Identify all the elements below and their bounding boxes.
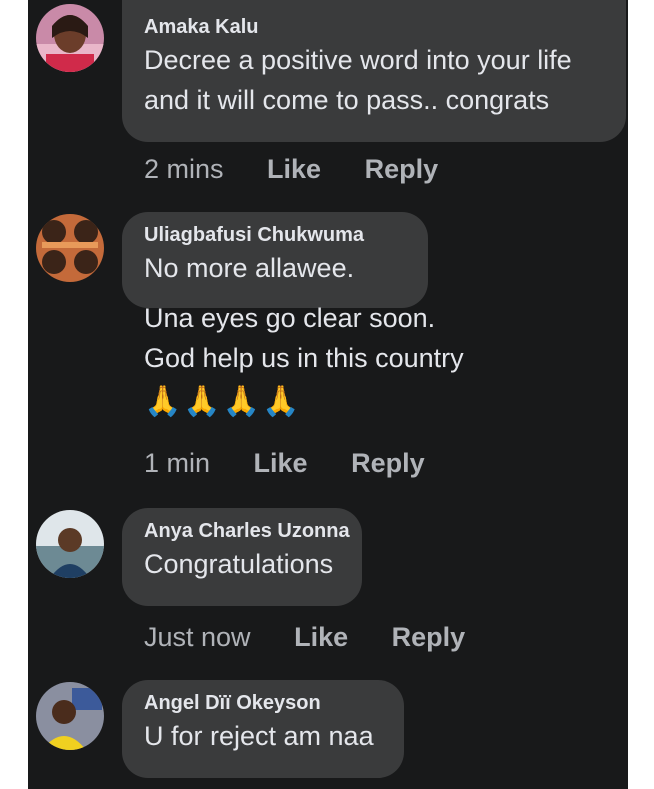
comments-panel: Amaka Kalu Decree a positive word into y…: [28, 0, 628, 789]
avatar[interactable]: [36, 510, 104, 578]
avatar[interactable]: [36, 4, 104, 72]
comment-bubble: Amaka Kalu Decree a positive word into y…: [122, 0, 626, 142]
comment-text: Congratulations: [144, 549, 334, 579]
comment-time: 2 mins: [144, 154, 224, 184]
like-button[interactable]: Like: [294, 622, 348, 653]
comment-author[interactable]: Anya Charles Uzonna: [144, 518, 350, 544]
comment-actions: Just now Like Reply: [144, 622, 465, 653]
comment-author[interactable]: Angel Dïï Okeyson: [144, 690, 382, 716]
comment-text: God help us in this country: [144, 343, 464, 373]
like-button[interactable]: Like: [254, 448, 308, 479]
comment-actions: 2 mins Like Reply: [144, 154, 438, 185]
comment-author[interactable]: Amaka Kalu: [144, 14, 604, 40]
comment-bubble: Uliagbafusi Chukwuma No more allawee.: [122, 212, 428, 308]
comment-text: Decree a positive word into your life: [144, 45, 572, 75]
comment-actions: 1 min Like Reply: [144, 448, 425, 479]
avatar[interactable]: [36, 214, 104, 282]
like-button[interactable]: Like: [267, 154, 321, 185]
comment-text: and it will come to pass.. congrats: [144, 85, 550, 115]
avatar[interactable]: [36, 682, 104, 750]
comment-bubble: Angel Dïï Okeyson U for reject am naa: [122, 680, 404, 778]
praying-hands-emoji: 🙏🙏🙏🙏: [144, 385, 302, 418]
comment-time: 1 min: [144, 448, 211, 478]
comment-text: No more allawee.: [144, 253, 355, 283]
reply-button[interactable]: Reply: [392, 622, 466, 653]
comment-text: U for reject am naa: [144, 721, 374, 751]
comment-time: Just now: [144, 622, 251, 652]
comment-author[interactable]: Uliagbafusi Chukwuma: [144, 222, 406, 248]
comment-text: Una eyes go clear soon.: [144, 303, 436, 333]
reply-button[interactable]: Reply: [365, 154, 439, 185]
comment-bubble: Anya Charles Uzonna Congratulations: [122, 508, 362, 606]
reply-button[interactable]: Reply: [351, 448, 425, 479]
